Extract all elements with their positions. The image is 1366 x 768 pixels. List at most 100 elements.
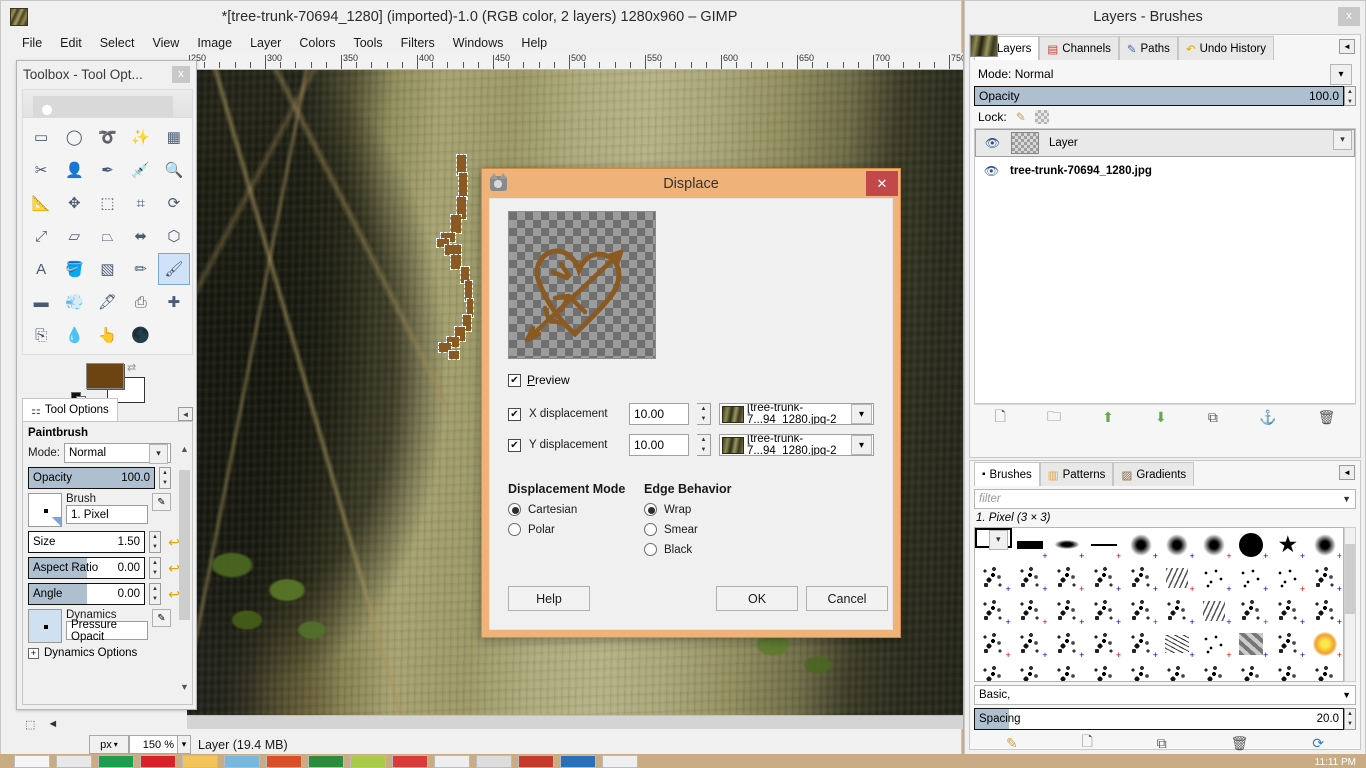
layer-row-1[interactable]: 👁 tree-trunk-70694_1280.jpg — [975, 157, 1355, 185]
scale-tool[interactable]: ⤢ — [25, 220, 57, 252]
measure-tool[interactable]: 📐 — [25, 187, 57, 219]
edit-dynamics-icon[interactable]: ✎ — [152, 609, 171, 627]
taskbar-icon[interactable] — [476, 755, 512, 768]
polar-radio[interactable] — [508, 523, 521, 536]
brush-cell[interactable]: + — [1196, 660, 1233, 682]
duplicate-layer-button[interactable]: ⧉ — [1208, 409, 1218, 426]
menu-windows[interactable]: Windows — [444, 34, 513, 52]
brush-cell[interactable]: + — [1159, 627, 1196, 660]
layer-mode-dropdown[interactable]: ▾ — [1330, 64, 1352, 85]
smudge-tool[interactable]: 👆 — [91, 319, 123, 351]
menu-select[interactable]: Select — [91, 34, 144, 52]
spacing-stepper[interactable]: ▲▼ — [1344, 708, 1356, 730]
anchor-layer-button[interactable]: ⚓ — [1259, 409, 1276, 426]
brush-filter-input[interactable]: filter — [979, 493, 1001, 505]
black-radio[interactable] — [644, 543, 657, 556]
radio-wrap[interactable]: Wrap — [644, 503, 732, 516]
brush-set-select[interactable]: Basic, ▼ — [974, 685, 1356, 705]
aspect-ratio-stepper[interactable]: ▲▼ — [149, 557, 161, 579]
displace-preview[interactable] — [508, 211, 656, 359]
dynamics-name-field[interactable]: Pressure Opacit — [66, 621, 148, 640]
x-map-chevron-down-icon[interactable]: ▾ — [851, 404, 872, 424]
tab-tool-options[interactable]: ⚏ Tool Options — [22, 398, 118, 421]
foreground-select-tool[interactable]: 👤 — [58, 154, 90, 186]
x-displacement-map-select[interactable]: [tree-trunk-7...94_1280.jpg-2 ▾ — [719, 403, 874, 425]
brush-preview[interactable] — [28, 493, 62, 527]
taskbar-icon[interactable] — [56, 755, 92, 768]
taskbar-icon[interactable] — [224, 755, 260, 768]
rotate-tool[interactable]: ⟳ — [158, 187, 190, 219]
clone-tool[interactable]: ⎙ — [125, 286, 157, 318]
tab-brushes[interactable]: ▪ Brushes — [974, 462, 1040, 486]
flip-tool[interactable]: ⬌ — [125, 220, 157, 252]
brush-cell[interactable]: + — [1269, 627, 1306, 660]
radio-black[interactable]: Black — [644, 543, 732, 556]
tab-gradients[interactable]: ▨ Gradients — [1113, 462, 1194, 486]
layer-opacity-slider[interactable]: Opacity 100.0 — [974, 86, 1344, 106]
brush-cell[interactable]: + — [1269, 561, 1306, 594]
new-layer-button[interactable]: 🗋 — [995, 406, 1006, 430]
brush-cell[interactable]: + — [1306, 528, 1343, 561]
taskbar-icon[interactable] — [308, 755, 344, 768]
brush-cell[interactable]: + — [975, 660, 1012, 682]
preview-checkbox-row[interactable]: PPreviewreview — [508, 373, 874, 387]
fuzzy-select-tool[interactable]: ✨ — [125, 121, 157, 153]
taskbar-icon[interactable] — [182, 755, 218, 768]
brush-cell[interactable]: + — [1122, 660, 1159, 682]
cage-transform-tool[interactable]: ⬡ — [158, 220, 190, 252]
select-by-color-tool[interactable]: ▦ — [158, 121, 190, 153]
x-displacement-stepper[interactable]: ▲▼ — [697, 403, 711, 425]
dynamics-preview[interactable] — [28, 609, 62, 643]
delete-layer-button[interactable]: 🗑 — [1318, 409, 1336, 426]
rect-select-tool[interactable]: ▭ — [25, 121, 57, 153]
heal-tool[interactable]: ✚ — [158, 286, 190, 318]
brush-cell[interactable]: + — [1159, 561, 1196, 594]
preview-checkbox[interactable] — [508, 374, 521, 387]
brush-cell[interactable]: + — [1306, 561, 1343, 594]
taskbar-icon[interactable] — [560, 755, 596, 768]
brush-cell[interactable]: + — [1012, 561, 1049, 594]
brush-cell[interactable]: ★+ — [1269, 528, 1306, 561]
menu-view[interactable]: View — [143, 34, 188, 52]
radio-smear[interactable]: Smear — [644, 523, 732, 536]
quick-mask-toggle[interactable]: ⬚ — [25, 718, 35, 731]
taskbar-icon[interactable] — [14, 755, 50, 768]
menu-filters[interactable]: Filters — [392, 34, 444, 52]
brush-grid[interactable]: +++++++★++++++++++++++++++++++++++++++++… — [974, 527, 1344, 682]
dialog-close-button[interactable]: ✕ — [866, 171, 898, 196]
menu-colors[interactable]: Colors — [290, 34, 344, 52]
brush-cell[interactable]: + — [1085, 561, 1122, 594]
brush-cell[interactable]: + — [1049, 660, 1086, 682]
tab-patterns[interactable]: ▥ Patterns — [1040, 462, 1114, 486]
airbrush-tool[interactable]: 💨 — [58, 286, 90, 318]
brush-name-field[interactable]: 1. Pixel — [66, 505, 148, 524]
tool-options-menu-arrow[interactable]: ◄ — [178, 407, 193, 421]
duplicate-brush-button[interactable]: ⧉ — [1157, 735, 1167, 752]
scissors-select-tool[interactable]: ✂ — [25, 154, 57, 186]
x-displacement-input[interactable]: 10.00 — [629, 403, 689, 425]
brush-cell[interactable]: + — [975, 594, 1012, 627]
brush-cell[interactable]: + — [1306, 594, 1343, 627]
ellipse-select-tool[interactable]: ◯ — [58, 121, 90, 153]
taskbar-icon[interactable] — [392, 755, 428, 768]
brush-cell[interactable]: + — [1233, 528, 1270, 561]
opacity-slider[interactable]: Opacity 100.0 — [28, 467, 155, 489]
free-select-tool[interactable]: ➰ — [91, 121, 123, 153]
raise-layer-button[interactable]: ⬆ — [1102, 409, 1114, 426]
brush-cell[interactable]: + — [1196, 561, 1233, 594]
zoom-input[interactable]: 150 % — [129, 735, 177, 754]
taskbar-icon[interactable] — [518, 755, 554, 768]
dock-titlebar[interactable]: Layers - Brushes x — [965, 1, 1365, 32]
y-displacement-map-select[interactable]: [tree-trunk-7...94_1280.jpg-2 ▾ — [719, 434, 874, 456]
toolbox-close-button[interactable]: x — [172, 66, 190, 83]
y-map-chevron-down-icon[interactable]: ▾ — [851, 435, 872, 455]
eye-icon[interactable]: 👁 — [983, 164, 1000, 178]
new-brush-button[interactable]: 🗋 — [1082, 731, 1093, 755]
tab-paths[interactable]: ✎ Paths — [1119, 36, 1178, 60]
menu-image[interactable]: Image — [188, 34, 241, 52]
brush-cell[interactable]: + — [1233, 627, 1270, 660]
radio-cartesian[interactable]: Cartesian — [508, 503, 644, 516]
refresh-brushes-button[interactable]: ⟳ — [1312, 735, 1324, 752]
brush-cell[interactable]: + — [1012, 660, 1049, 682]
layer-row-0[interactable]: 👁 Layer — [975, 129, 1355, 157]
